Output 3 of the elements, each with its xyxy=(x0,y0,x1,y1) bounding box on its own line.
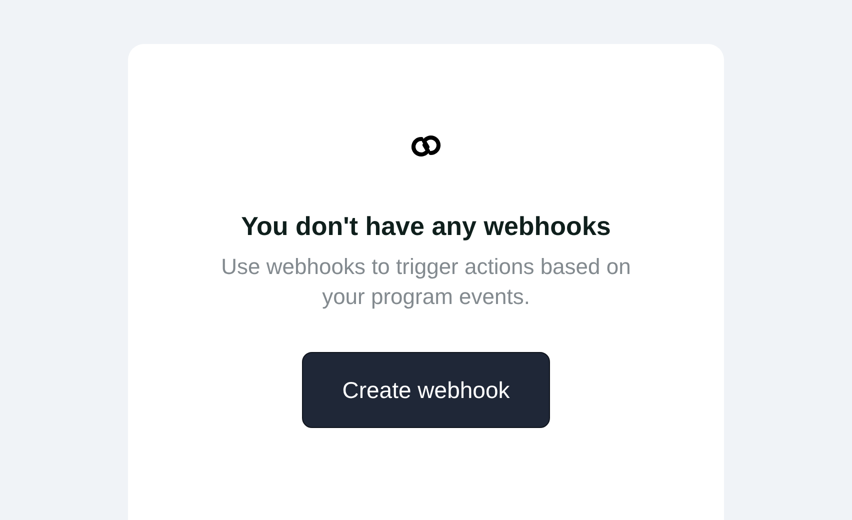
empty-state-description: Use webhooks to trigger actions based on your program events. xyxy=(220,253,632,311)
empty-state-title: You don't have any webhooks xyxy=(241,210,611,242)
create-webhook-button[interactable]: Create webhook xyxy=(302,352,550,428)
